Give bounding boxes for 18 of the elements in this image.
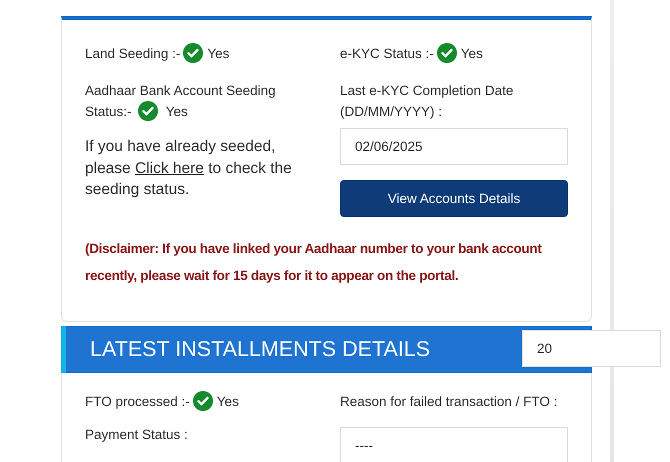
- status-label: Land Seeding :-: [85, 46, 180, 60]
- payment-status-label: Payment Status :: [85, 427, 188, 442]
- status-value: Yes: [460, 46, 483, 60]
- section-title: LATEST INSTALLMENTS DETAILS: [90, 337, 430, 362]
- disclaimer-text: (Disclaimer: If you have linked your Aadhaar number to your bank account recently, please wait for 15 days for it to appear on the portal.: [85, 240, 543, 285]
- seeding-note: If you have already seeded, please Click here to check the seeding status.: [85, 137, 293, 200]
- status-label: FTO processed :-: [85, 394, 190, 408]
- status-value: Yes: [216, 394, 239, 408]
- view-accounts-button[interactable]: View Accounts Details: [340, 180, 568, 217]
- date-label: Last e-KYC Completion Date (DD/MM/YYYY) :: [340, 82, 514, 121]
- reason-field[interactable]: ----: [340, 427, 568, 462]
- reason-label: Reason for failed transaction / FTO :: [340, 394, 558, 408]
- date-field[interactable]: 02/06/2025: [340, 128, 568, 165]
- installment-field[interactable]: 20: [522, 330, 661, 367]
- status-value: Yes: [207, 46, 230, 60]
- click-here-link[interactable]: Click here: [134, 160, 204, 176]
- status-label: Aadhaar Bank Account Seeding Status:- Yes: [85, 82, 277, 122]
- status-label: e-KYC Status :-: [340, 46, 434, 60]
